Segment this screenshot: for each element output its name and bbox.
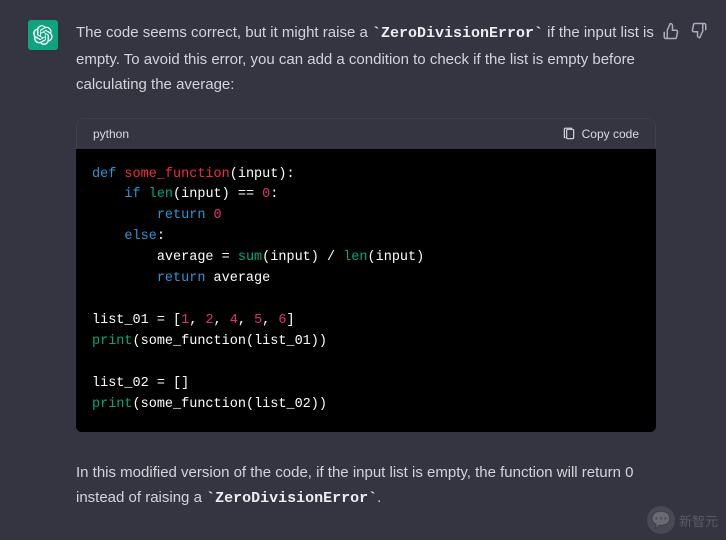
watermark-text: 新智元 [679, 511, 718, 530]
clipboard-icon [562, 127, 576, 141]
thumbs-up-icon[interactable] [662, 22, 680, 40]
assistant-avatar [28, 20, 58, 50]
inline-code-error-2: `ZeroDivisionError` [206, 490, 377, 507]
assistant-message: The code seems correct, but it might rai… [0, 0, 726, 532]
intro-text-1: The code seems correct, but it might rai… [76, 24, 372, 41]
code-block: python Copy code def some_function(input… [76, 118, 656, 432]
outro-text-2: . [377, 489, 381, 506]
watermark: 💬 新智元 [647, 506, 718, 534]
copy-code-label: Copy code [582, 127, 639, 141]
code-language-label: python [93, 127, 129, 141]
code-body[interactable]: def some_function(input): if len(input) … [76, 149, 656, 432]
feedback-buttons [662, 22, 708, 40]
intro-paragraph: The code seems correct, but it might rai… [76, 20, 656, 98]
thumbs-down-icon[interactable] [690, 22, 708, 40]
code-header: python Copy code [76, 118, 656, 149]
watermark-bubble-icon: 💬 [647, 506, 675, 534]
message-content: The code seems correct, but it might rai… [76, 20, 656, 532]
openai-logo-icon [33, 25, 53, 45]
copy-code-button[interactable]: Copy code [562, 127, 639, 141]
inline-code-error-1: `ZeroDivisionError` [372, 25, 543, 42]
outro-paragraph: In this modified version of the code, if… [76, 460, 656, 512]
